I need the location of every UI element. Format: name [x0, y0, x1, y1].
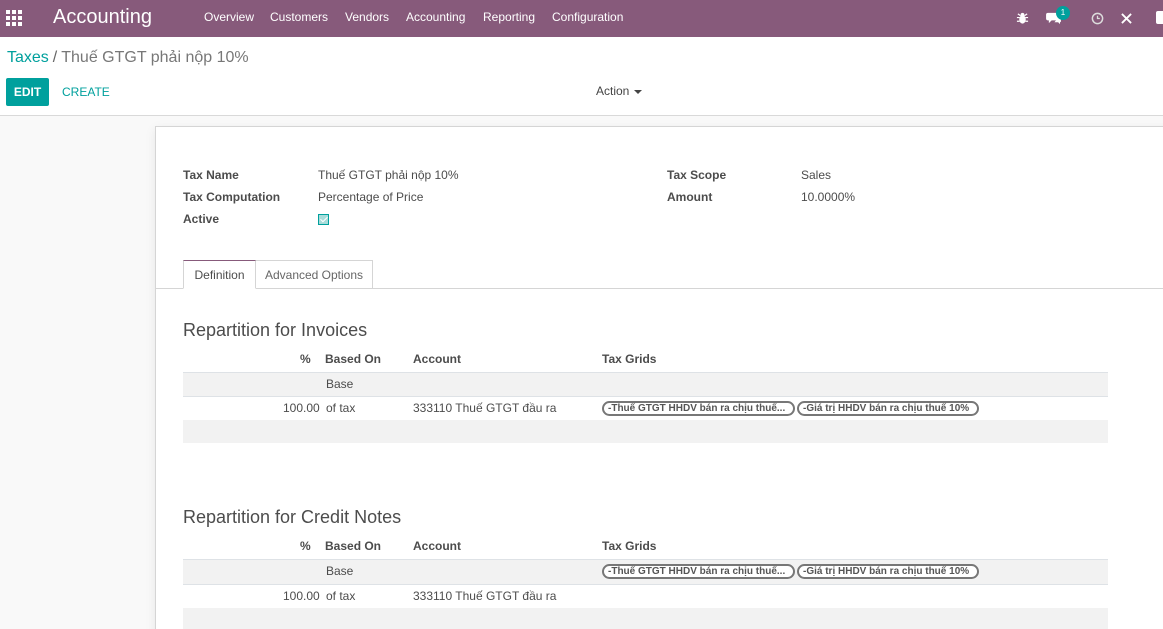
tax-scope-label: Tax Scope: [667, 168, 727, 182]
credit-header-tax-grids: Tax Grids: [602, 539, 657, 553]
tax-name-label: Tax Name: [183, 168, 239, 182]
invoices-row2-percent: 100.00: [283, 401, 320, 415]
user-avatar[interactable]: [1156, 11, 1163, 24]
tax-grid-tag[interactable]: -Giá trị HHDV bán ra chịu thuế 10%: [797, 401, 979, 416]
amount-label: Amount: [667, 190, 713, 204]
credit-header-account: Account: [413, 539, 461, 553]
invoices-header-tax-grids: Tax Grids: [602, 352, 657, 366]
menu-overview[interactable]: Overview: [204, 10, 254, 24]
invoices-row2-based-on: of tax: [326, 401, 356, 415]
caret-down-icon: [634, 89, 643, 94]
credit-notes-section-title: Repartition for Credit Notes: [183, 507, 402, 527]
credit-header-percent: %: [300, 539, 311, 553]
table-row[interactable]: [183, 372, 1108, 397]
active-label: Active: [183, 212, 220, 226]
edit-button[interactable]: EDIT: [6, 78, 49, 106]
credit-row2-percent: 100.00: [283, 589, 320, 603]
invoices-row2-account: 333110 Thuế GTGT đầu ra: [413, 401, 557, 415]
table-row: [183, 420, 1108, 443]
tax-computation-value: Percentage of Price: [318, 190, 424, 204]
table-row: [183, 608, 1108, 629]
menu-vendors[interactable]: Vendors: [345, 10, 389, 24]
action-dropdown[interactable]: Action: [596, 84, 643, 98]
invoices-row1-based-on: Base: [326, 377, 354, 391]
tab-definition[interactable]: Definition: [183, 260, 256, 289]
tab-advanced-options[interactable]: Advanced Options: [256, 260, 373, 289]
app-title[interactable]: Accounting: [53, 6, 152, 29]
invoices-section-title: Repartition for Invoices: [183, 320, 368, 340]
menu-reporting[interactable]: Reporting: [483, 10, 535, 24]
tax-grid-tag[interactable]: -Thuế GTGT HHDV bán ra chịu thuế...: [602, 401, 795, 416]
invoices-header-based-on: Based On: [325, 352, 382, 366]
tax-scope-value: Sales: [801, 168, 832, 182]
tax-grid-tag[interactable]: -Thuế GTGT HHDV bán ra chịu thuế...: [602, 564, 795, 579]
credit-row1-based-on: Base: [326, 564, 354, 578]
tax-name-value: Thuế GTGT phải nộp 10%: [318, 168, 459, 182]
tax-computation-label: Tax Computation: [183, 190, 281, 204]
clock-icon[interactable]: [1087, 8, 1107, 28]
active-checkbox[interactable]: [318, 214, 329, 225]
credit-header-based-on: Based On: [325, 539, 382, 553]
menu-accounting[interactable]: Accounting: [406, 10, 465, 24]
credit-row2-based-on: of tax: [326, 589, 356, 603]
messages-badge: 1: [1056, 6, 1070, 20]
bug-icon[interactable]: [1012, 8, 1032, 28]
credit-row2-account: 333110 Thuế GTGT đầu ra: [413, 589, 557, 603]
breadcrumb-taxes-link[interactable]: Taxes: [7, 49, 49, 66]
menu-configuration[interactable]: Configuration: [552, 10, 623, 24]
table-row[interactable]: [183, 584, 1108, 608]
menu-customers[interactable]: Customers: [270, 10, 328, 24]
invoices-header-account: Account: [413, 352, 461, 366]
top-navbar: Accounting Overview Customers Vendors Ac…: [0, 0, 1163, 37]
create-button[interactable]: CREATE: [62, 85, 110, 99]
control-panel: Taxes / Thuế GTGT phải nộp 10% EDIT CREATE…: [0, 37, 1163, 116]
breadcrumb-separator: /: [52, 49, 58, 66]
apps-grid-icon[interactable]: [6, 10, 23, 27]
invoices-header-percent: %: [300, 352, 311, 366]
amount-value: 10.0000%: [801, 190, 856, 204]
breadcrumb-current: Thuế GTGT phải nộp 10%: [61, 49, 249, 66]
breadcrumb: Taxes / Thuế GTGT phải nộp 10%: [7, 49, 249, 67]
tax-grid-tag[interactable]: -Giá trị HHDV bán ra chịu thuế 10%: [797, 564, 979, 579]
close-icon[interactable]: [1116, 8, 1136, 28]
action-label: Action: [596, 84, 630, 98]
